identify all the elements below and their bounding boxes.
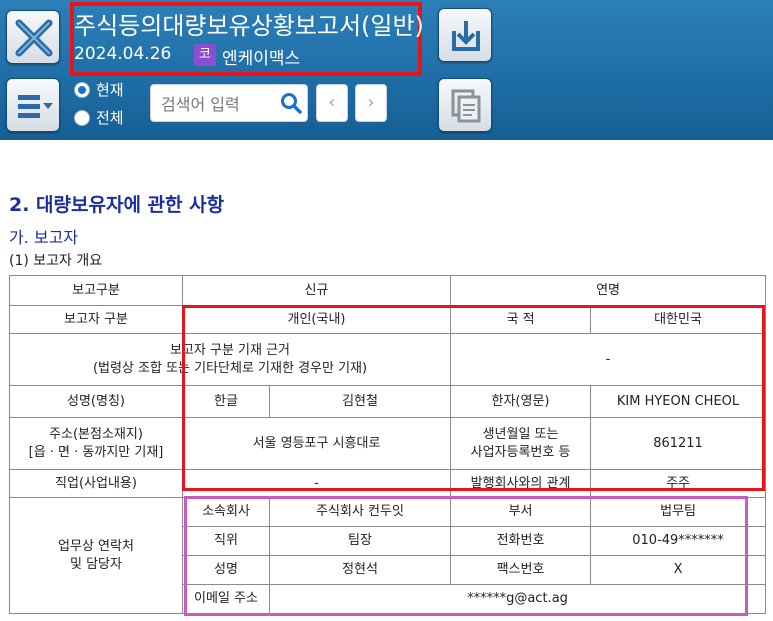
english-name: KIM HYEON CHEOL <box>590 385 767 418</box>
download-button[interactable] <box>438 8 492 62</box>
contact-name-label: 성명 <box>182 555 270 585</box>
contact-label-line2: 및 담당자 <box>70 556 122 572</box>
contact-company-label: 소속회사 <box>182 497 270 527</box>
relation-label: 발행회사와의 관계 <box>450 469 592 498</box>
contact-fax: X <box>590 555 767 585</box>
table-row: 성명(명칭) 한글 김현철 한자(영문) KIM HYEON CHEOL <box>9 385 767 418</box>
contact-name: 정현석 <box>268 555 452 585</box>
contact-company: 주식회사 컨두잇 <box>268 497 452 527</box>
next-button[interactable]: › <box>355 84 387 122</box>
korean-label: 한글 <box>182 385 270 418</box>
address-label-line1: 주소(본점소재지) <box>49 426 143 442</box>
table-row: 직업(사업내용) - 발행회사와의 관계 주주 <box>9 469 767 498</box>
contact-position: 팀장 <box>268 526 452 556</box>
occupation-label: 직업(사업내용) <box>9 469 183 498</box>
report-title: 주식등의대량보유상황보고서(일반) <box>74 12 424 40</box>
contact-label: 업무상 연락처 및 담당자 <box>9 497 183 614</box>
contact-label-line1: 업무상 연락처 <box>58 538 134 554</box>
reporter-type-label: 보고자 구분 <box>9 305 183 334</box>
reporter-basis-line2: (법령상 조합 또는 기타단체로 기재한 경우만 기재) <box>92 360 368 376</box>
address-value: 서울 영등포구 시흥대로 <box>181 417 452 470</box>
reporter-type-value: 개인(국내) <box>181 305 452 334</box>
section-subsubtitle: (1) 보고자 개요 <box>9 253 103 269</box>
table-row: 보고구분 신규 연명 <box>9 275 767 306</box>
contact-dept: 법무팀 <box>590 497 767 527</box>
occupation-value: - <box>181 469 452 498</box>
dob-value: 861211 <box>590 417 767 470</box>
close-icon <box>15 19 53 57</box>
app-header: 주식등의대량보유상황보고서(일반) 2024.04.26 코 엔케이맥스 현재 … <box>0 0 773 140</box>
menu-button[interactable] <box>6 78 60 132</box>
table-row: 보고자 구분 개인(국내) 국 적 대한민국 <box>9 305 767 334</box>
section-title: 2. 대량보유자에 관한 사항 <box>9 194 225 216</box>
hanja-label: 한자(영문) <box>450 385 592 418</box>
radio-all[interactable] <box>74 110 90 126</box>
contact-dept-label: 부서 <box>450 497 592 527</box>
contact-position-label: 직위 <box>182 526 270 556</box>
nationality-label: 국 적 <box>450 305 592 334</box>
radio-all-label[interactable]: 전체 <box>96 107 124 128</box>
contact-email: ******g@act.ag <box>268 584 767 614</box>
prev-button[interactable]: ‹ <box>316 84 348 122</box>
address-label-line2: [읍 · 면 · 동까지만 기재] <box>28 444 164 460</box>
contact-phone-label: 전화번호 <box>450 526 592 556</box>
section-subtitle: 가. 보고자 <box>9 228 79 247</box>
download-icon <box>452 21 480 51</box>
name-label: 성명(명칭) <box>9 385 183 418</box>
report-type-label: 보고구분 <box>9 275 183 306</box>
dob-label-line1: 생년월일 또는 <box>482 426 559 442</box>
radio-current-label[interactable]: 현재 <box>96 79 124 100</box>
reporter-table: 보고구분 신규 연명 보고자 구분 개인(국내) 국 적 대한민국 보고자 구분… <box>8 275 767 614</box>
address-label: 주소(본점소재지) [읍 · 면 · 동까지만 기재] <box>9 417 183 470</box>
nationality-value: 대한민국 <box>590 305 767 334</box>
search-icon[interactable] <box>279 91 303 115</box>
radio-current[interactable] <box>74 82 90 98</box>
report-type-new: 신규 <box>181 275 452 306</box>
korean-name: 김현철 <box>268 385 452 418</box>
report-date: 2024.04.26 <box>74 44 172 64</box>
menu-icon <box>18 95 53 118</box>
reporter-basis-label: 보고자 구분 기재 근거 (법령상 조합 또는 기타단체로 기재한 경우만 기재… <box>8 333 452 386</box>
contact-fax-label: 팩스번호 <box>450 555 592 585</box>
report-type-joint: 연명 <box>450 275 767 306</box>
contact-phone: 010-49******* <box>590 526 767 556</box>
relation-value: 주주 <box>590 469 767 498</box>
reporter-basis-line1: 보고자 구분 기재 근거 <box>169 342 291 358</box>
table-row: 주소(본점소재지) [읍 · 면 · 동까지만 기재] 서울 영등포구 시흥대로… <box>9 417 767 470</box>
company-name[interactable]: 엔케이맥스 <box>222 44 300 69</box>
table-row: 보고자 구분 기재 근거 (법령상 조합 또는 기타단체로 기재한 경우만 기재… <box>8 333 767 386</box>
copy-icon <box>451 89 481 123</box>
market-badge: 코 <box>194 44 216 66</box>
dob-label: 생년월일 또는 사업자등록번호 등 <box>450 417 592 470</box>
search-input[interactable] <box>159 91 281 117</box>
table-row: 업무상 연락처 및 담당자 소속회사 주식회사 컨두잇 부서 법무팀 <box>9 497 767 614</box>
copy-button[interactable] <box>438 78 492 132</box>
dob-label-line2: 사업자등록번호 등 <box>470 444 571 460</box>
close-button[interactable] <box>6 10 60 64</box>
reporter-basis-value: - <box>450 333 767 386</box>
contact-email-label: 이메일 주소 <box>182 584 270 614</box>
search-box <box>150 84 308 122</box>
